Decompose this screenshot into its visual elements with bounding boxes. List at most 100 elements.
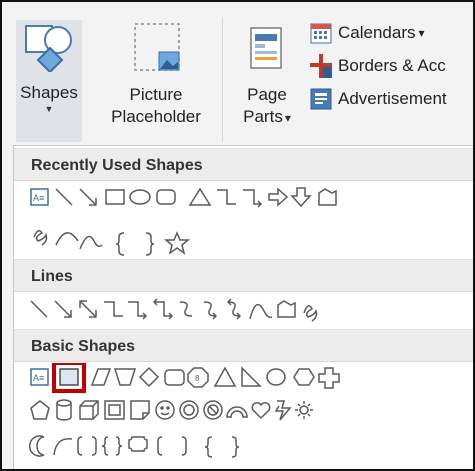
right-triangle-shape[interactable] — [241, 366, 262, 387]
shapes-button[interactable]: Shapes ▼ — [16, 20, 82, 142]
no-symbol-shape[interactable] — [203, 400, 223, 420]
right-bracket-shape[interactable] — [181, 436, 187, 456]
ribbon: Shapes ▼ Picture Placeholder Page Parts … — [2, 2, 473, 145]
rectangle-shape[interactable] — [59, 368, 79, 386]
curved-connector-shape[interactable] — [179, 301, 193, 317]
block-arc-shape[interactable] — [226, 406, 248, 418]
calendars-button[interactable]: Calendars ▾ — [310, 20, 425, 46]
curve-shape[interactable] — [79, 235, 103, 250]
chevron-down-icon: ▾ — [284, 111, 291, 125]
borders-accents-icon — [310, 54, 332, 78]
elbow-connector-shape[interactable] — [104, 301, 123, 317]
borders-accents-button[interactable]: Borders & Acc — [310, 53, 446, 79]
placeholder-label: Placeholder — [111, 107, 201, 126]
recently-used-shapes-header: Recently Used Shapes — [14, 148, 473, 181]
left-brace-shape[interactable] — [115, 232, 125, 256]
scribble-shape[interactable] — [303, 305, 318, 322]
text-box-shape[interactable]: A≡ — [30, 188, 49, 206]
advertisements-label: Advertisement — [338, 89, 447, 108]
elbow-arrow-connector-shape[interactable] — [243, 189, 263, 208]
rounded-rectangle-shape[interactable] — [156, 189, 176, 205]
isosceles-triangle-shape[interactable] — [213, 366, 237, 387]
right-brace-shape[interactable] — [231, 436, 240, 458]
page-parts-icon — [250, 27, 282, 69]
arc-shape[interactable] — [53, 438, 73, 456]
double-brace-shape[interactable] — [101, 436, 123, 456]
cube-shape[interactable] — [79, 400, 99, 420]
right-arrow-shape[interactable] — [268, 187, 289, 207]
freeform-shape[interactable] — [277, 300, 296, 318]
double-bracket-shape[interactable] — [77, 436, 97, 456]
diamond-shape[interactable] — [138, 366, 160, 388]
triangle-shape[interactable] — [188, 187, 212, 206]
chevron-down-icon: ▼ — [44, 104, 54, 114]
line-shape[interactable] — [30, 300, 48, 318]
plaque-shape[interactable] — [128, 436, 148, 452]
smiley-face-shape[interactable] — [155, 400, 175, 420]
left-brace-shape[interactable] — [204, 436, 213, 458]
rounded-rectangle-shape[interactable] — [164, 369, 185, 386]
shapes-gallery-menu: Recently Used Shapes A≡ Lines Basic Shap… — [13, 145, 473, 469]
parts-label: Parts ▾ — [243, 106, 291, 129]
right-brace-shape[interactable] — [145, 232, 155, 256]
oval-shape[interactable] — [266, 368, 286, 386]
scribble-shape[interactable] — [33, 230, 48, 246]
curved-arrow-connector-shape[interactable] — [203, 301, 218, 320]
text-box-shape[interactable]: A≡ — [30, 368, 49, 386]
down-arrow-shape[interactable] — [290, 187, 312, 208]
line-double-arrow-shape[interactable] — [79, 300, 97, 318]
elbow-arrow-connector-shape[interactable] — [128, 301, 148, 320]
basic-shapes-header: Basic Shapes — [14, 329, 473, 362]
parts-text: Parts — [243, 107, 283, 126]
picture-label: Picture — [129, 85, 183, 104]
donut-shape[interactable] — [179, 400, 199, 420]
curved-double-arrow-connector-shape[interactable] — [226, 298, 242, 320]
star-shape[interactable] — [163, 231, 191, 255]
folded-corner-shape[interactable] — [130, 400, 150, 420]
svg-text:A≡: A≡ — [33, 193, 44, 203]
curve-shape[interactable] — [249, 303, 273, 320]
picture-placeholder-icon — [134, 23, 180, 71]
lines-header: Lines — [14, 259, 473, 292]
picture-placeholder-button[interactable]: Picture Placeholder — [102, 20, 210, 142]
shapes-label: Shapes — [20, 83, 78, 102]
bevel-shape[interactable] — [104, 400, 125, 420]
freeform-shape[interactable] — [318, 188, 337, 206]
pentagon-shape[interactable] — [30, 400, 50, 420]
moon-shape[interactable] — [28, 435, 45, 457]
svg-text:A≡: A≡ — [33, 373, 44, 383]
recently-used-shapes-gallery: A≡ — [14, 181, 473, 261]
calendars-label: Calendars — [338, 23, 416, 42]
parallelogram-shape[interactable] — [90, 368, 112, 386]
rectangle-shape[interactable] — [105, 189, 125, 205]
can-shape[interactable] — [56, 399, 72, 421]
basic-shapes-gallery: A≡ 8 — [14, 363, 473, 469]
octagon-shape[interactable]: 8 — [187, 367, 209, 388]
cross-shape[interactable] — [318, 367, 340, 389]
advertisement-icon — [310, 88, 332, 110]
left-bracket-shape[interactable] — [157, 436, 163, 456]
arrow-line-shape[interactable] — [79, 188, 97, 206]
chevron-down-icon: ▾ — [418, 26, 425, 40]
page-label: Page — [247, 85, 287, 104]
oval-shape[interactable] — [129, 189, 151, 205]
svg-text:8: 8 — [195, 374, 200, 383]
elbow-connector-shape[interactable] — [217, 189, 236, 205]
publisher-window: Shapes ▼ Picture Placeholder Page Parts … — [0, 0, 475, 471]
hexagon-shape[interactable] — [293, 368, 315, 386]
advertisements-button[interactable]: Advertisement — [310, 86, 447, 112]
line-shape[interactable] — [55, 188, 73, 206]
page-parts-button[interactable]: Page Parts ▾ — [234, 20, 300, 142]
sun-shape[interactable] — [295, 401, 313, 419]
ribbon-separator — [222, 17, 223, 142]
elbow-double-arrow-connector-shape[interactable] — [152, 298, 174, 320]
trapezoid-shape[interactable] — [113, 368, 137, 386]
arc-shape[interactable] — [55, 232, 79, 246]
lines-gallery — [14, 293, 473, 329]
line-arrow-shape[interactable] — [54, 300, 72, 318]
lightning-bolt-shape[interactable] — [274, 400, 292, 421]
heart-shape[interactable] — [251, 402, 271, 420]
shapes-icon — [25, 25, 72, 72]
behind-menu-strip — [2, 145, 13, 469]
calendar-icon — [310, 23, 332, 44]
